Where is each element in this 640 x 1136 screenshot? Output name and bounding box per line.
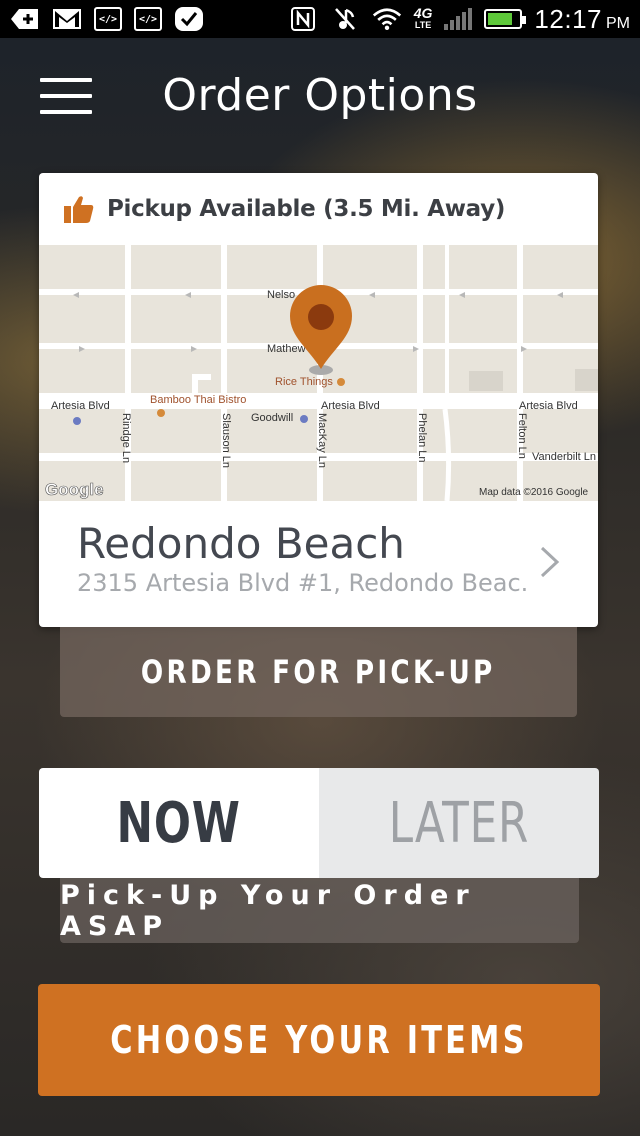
gmail-icon bbox=[52, 6, 82, 32]
thumbs-up-icon bbox=[64, 196, 94, 223]
choose-your-items-button[interactable]: CHOOSE YOUR ITEMS bbox=[38, 984, 600, 1096]
location-selector[interactable]: Redondo Beach 2315 Artesia Blvd #1, Redo… bbox=[39, 501, 598, 627]
map-street-label: Artesia Blvd bbox=[519, 400, 578, 412]
page-title: Order Options bbox=[162, 70, 478, 121]
battery-level bbox=[488, 13, 513, 25]
map-place-label: Bamboo Thai Bistro bbox=[150, 394, 246, 406]
map-street-label: Rindge Ln bbox=[120, 413, 132, 463]
now-option-label: NOW bbox=[116, 790, 242, 856]
map-street-label: Artesia Blvd bbox=[51, 400, 110, 412]
timing-description: Pick-Up Your Order ASAP bbox=[60, 878, 579, 943]
later-option-label: LATER bbox=[388, 790, 530, 856]
mute-icon bbox=[330, 6, 360, 32]
map-street-label: Felton Ln bbox=[516, 413, 528, 459]
clock-time: 12:17 bbox=[534, 3, 602, 34]
timing-toggle: NOW LATER bbox=[39, 768, 599, 878]
map-attribution: Map data ©2016 Google bbox=[479, 487, 589, 498]
map-street-label: Nelso bbox=[267, 289, 295, 301]
network-sub-label: LTE bbox=[414, 20, 432, 30]
map-street-label: Mathew bbox=[267, 343, 306, 355]
app-header: Order Options bbox=[0, 38, 640, 158]
google-logo: Google bbox=[45, 480, 104, 499]
map-street-label: Vanderbilt Ln bbox=[532, 451, 596, 463]
location-map[interactable]: Nelso Mathew Artesia Blvd Artesia Blvd A… bbox=[39, 245, 598, 501]
code-icon: </> bbox=[134, 7, 162, 31]
chevron-right-icon bbox=[540, 546, 560, 578]
location-name: Redondo Beach bbox=[77, 519, 405, 568]
later-option[interactable]: LATER bbox=[319, 768, 599, 878]
map-street-label: Artesia Blvd bbox=[321, 400, 380, 412]
add-notification-icon bbox=[10, 6, 40, 32]
location-card: Pickup Available (3.5 Mi. Away) Nelso Ma… bbox=[39, 173, 598, 627]
map-graphic: Nelso Mathew Artesia Blvd Artesia Blvd A… bbox=[39, 245, 598, 501]
pickup-status-text: Pickup Available (3.5 Mi. Away) bbox=[107, 196, 506, 222]
choose-your-items-label: CHOOSE YOUR ITEMS bbox=[110, 1018, 528, 1062]
map-street-label: MacKay Ln bbox=[316, 413, 328, 468]
nfc-icon bbox=[288, 6, 318, 32]
pickup-availability: Pickup Available (3.5 Mi. Away) bbox=[39, 173, 598, 245]
timing-description-label: Pick-Up Your Order ASAP bbox=[60, 879, 476, 942]
status-bar: </> </> 4G LTE 12:17 PM bbox=[0, 0, 640, 38]
battery-icon bbox=[484, 9, 527, 29]
checkmark-app-icon bbox=[174, 6, 204, 32]
network-type: 4G LTE bbox=[414, 6, 433, 31]
location-address: 2315 Artesia Blvd #1, Redondo Beac... bbox=[77, 569, 527, 597]
clock-ampm: PM bbox=[606, 14, 630, 32]
system-icons: 4G LTE 12:17 PM bbox=[288, 4, 630, 35]
map-street-label: Slauson Ln bbox=[220, 413, 232, 468]
wifi-icon bbox=[372, 6, 402, 32]
map-place-label: Goodwill bbox=[251, 412, 293, 424]
order-for-pickup-label: ORDER FOR PICK-UP bbox=[141, 653, 496, 691]
map-street-label: Phelan Ln bbox=[416, 413, 428, 463]
map-place-label: Rice Things bbox=[275, 376, 333, 388]
now-option[interactable]: NOW bbox=[39, 768, 319, 878]
signal-strength-icon bbox=[444, 8, 473, 30]
notification-icons: </> </> bbox=[10, 6, 204, 32]
clock: 12:17 PM bbox=[534, 4, 630, 35]
code-icon: </> bbox=[94, 7, 122, 31]
order-for-pickup-button[interactable]: ORDER FOR PICK-UP bbox=[60, 627, 577, 717]
